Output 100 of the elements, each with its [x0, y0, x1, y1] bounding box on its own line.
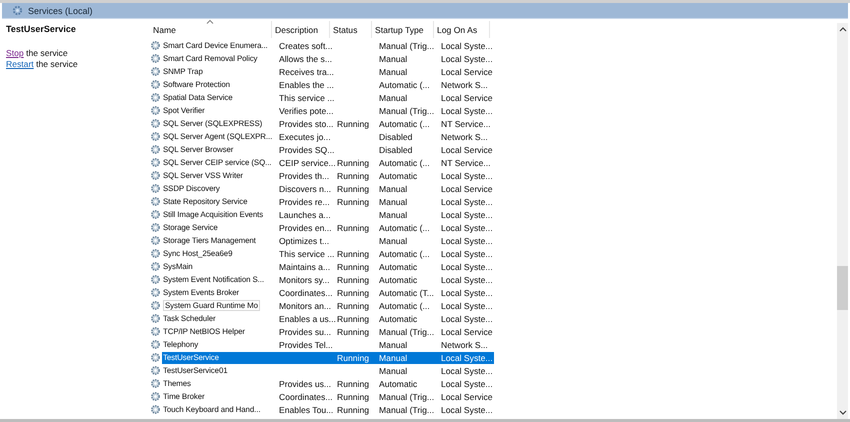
table-cell: Automatic (... — [379, 222, 430, 232]
table-cell: Running — [337, 378, 370, 388]
table-cell: Network S... — [441, 132, 488, 142]
table-cell: Provides su... — [279, 326, 332, 336]
table-cell: Manual — [379, 366, 408, 376]
gear-icon — [150, 209, 161, 220]
action-text: the service — [35, 59, 78, 69]
table-cell: Discovers n... — [279, 184, 332, 194]
table-cell: Local Syste... — [441, 274, 493, 284]
table-cell: Manual (Trig... — [379, 404, 434, 414]
table-cell: Running — [337, 262, 370, 272]
table-cell: Manual (Trig... — [379, 106, 434, 116]
table-cell: Enables Tou... — [279, 404, 334, 414]
column-header[interactable]: Name — [150, 21, 272, 38]
table-cell: Manual (Trig... — [379, 40, 434, 50]
table-cell: Local Service — [441, 326, 493, 336]
table-cell: Manual — [379, 210, 408, 220]
table-cell: Local Syste... — [441, 196, 493, 206]
gear-icon — [150, 274, 161, 285]
table-cell: Provides us... — [279, 378, 332, 388]
table-cell: Manual — [379, 92, 408, 102]
gear-icon — [150, 261, 161, 272]
table-cell: Running — [337, 248, 370, 258]
gear-icon — [150, 222, 161, 233]
gear-icon — [150, 131, 161, 142]
scrollbar[interactable] — [837, 23, 848, 419]
table-cell: Verifies pote... — [279, 106, 334, 116]
gear-icon — [150, 378, 161, 389]
scroll-down-icon[interactable] — [838, 410, 846, 416]
table-cell: Receives tra... — [279, 66, 334, 76]
table-cell: Provides sto... — [279, 118, 334, 128]
gear-icon — [150, 196, 161, 207]
gear-icon — [150, 170, 161, 181]
table-cell: Automatic (... — [379, 300, 430, 310]
table-cell: Optimizes t... — [279, 236, 330, 246]
table-cell: Network S... — [441, 340, 488, 350]
table-cell: Provides Tel... — [279, 340, 333, 350]
table-cell: Automatic — [379, 378, 418, 388]
table-cell: Running — [337, 184, 370, 194]
table-cell: Maintains a... — [279, 262, 330, 272]
gear-icon — [150, 404, 161, 415]
gear-icon — [150, 118, 161, 129]
table-cell: This service ... — [279, 92, 334, 102]
table-cell: Automatic — [379, 314, 418, 324]
gear-icon — [150, 79, 161, 90]
table-cell: Local Syste... — [441, 54, 493, 64]
table-cell: Running — [337, 314, 370, 324]
table-cell: Network S... — [441, 80, 488, 90]
gear-icon — [150, 352, 161, 363]
table-cell: Manual — [379, 236, 408, 246]
table-cell: Manual — [379, 66, 408, 76]
table-cell: Local Syste... — [441, 210, 493, 220]
table-cell: Running — [337, 300, 370, 310]
table-cell: Local Service — [441, 184, 493, 194]
table-cell: Automatic (T... — [379, 288, 434, 298]
scroll-up-icon[interactable] — [838, 26, 846, 32]
table-cell: Running — [337, 170, 370, 180]
table-cell: Local Service — [441, 66, 493, 76]
table-cell: Automatic — [379, 274, 418, 284]
table-cell: Local Syste... — [441, 300, 493, 310]
header-title: Services (Local) — [28, 6, 93, 16]
table-cell: This service ... — [279, 248, 334, 258]
action-link[interactable]: Stop — [6, 48, 24, 58]
gear-icon — [150, 300, 161, 311]
table-cell: Local Syste... — [441, 170, 493, 180]
table-cell: Coordinates... — [279, 288, 333, 298]
table-cell: Manual (Trig... — [379, 392, 434, 402]
table-cell: CEIP service... — [279, 158, 336, 168]
column-header[interactable]: Status — [330, 21, 372, 38]
table-cell: Provides SQ... — [279, 144, 334, 154]
table-cell: Local Syste... — [441, 366, 493, 376]
table-cell: Manual — [379, 196, 408, 206]
gear-icon — [150, 105, 161, 116]
table-cell: NT Service... — [441, 158, 491, 168]
table-cell: Provides re... — [279, 196, 330, 206]
table-cell: Local Syste... — [441, 378, 493, 388]
table-cell: Disabled — [379, 132, 412, 142]
table-cell: Local Syste... — [441, 248, 493, 258]
table-cell: Running — [337, 288, 370, 298]
table-cell: Running — [337, 158, 370, 168]
table-cell: Running — [337, 392, 370, 402]
action-link[interactable]: Restart — [6, 59, 34, 69]
table-cell: Manual — [379, 54, 408, 64]
table-cell: Automatic — [379, 170, 418, 180]
table-cell: Monitors an... — [279, 300, 332, 310]
scrollbar-thumb[interactable] — [837, 266, 848, 310]
table-cell: Local Syste... — [441, 404, 493, 414]
table-cell: Running — [337, 222, 370, 232]
table-cell: Coordinates... — [279, 392, 333, 402]
column-header[interactable]: Description — [272, 21, 330, 38]
action-text: the service — [25, 48, 68, 58]
table-cell: Manual (Trig... — [379, 326, 434, 336]
column-header[interactable]: Startup Type — [372, 21, 434, 38]
table-cell: Automatic — [379, 262, 418, 272]
table-cell: Running — [337, 326, 370, 336]
table-cell: NT Service... — [441, 118, 491, 128]
gear-icon — [150, 287, 161, 298]
table-cell: Local Syste... — [441, 222, 493, 232]
column-header[interactable]: Log On As — [434, 21, 490, 38]
table-cell: Executes jo... — [279, 132, 331, 142]
